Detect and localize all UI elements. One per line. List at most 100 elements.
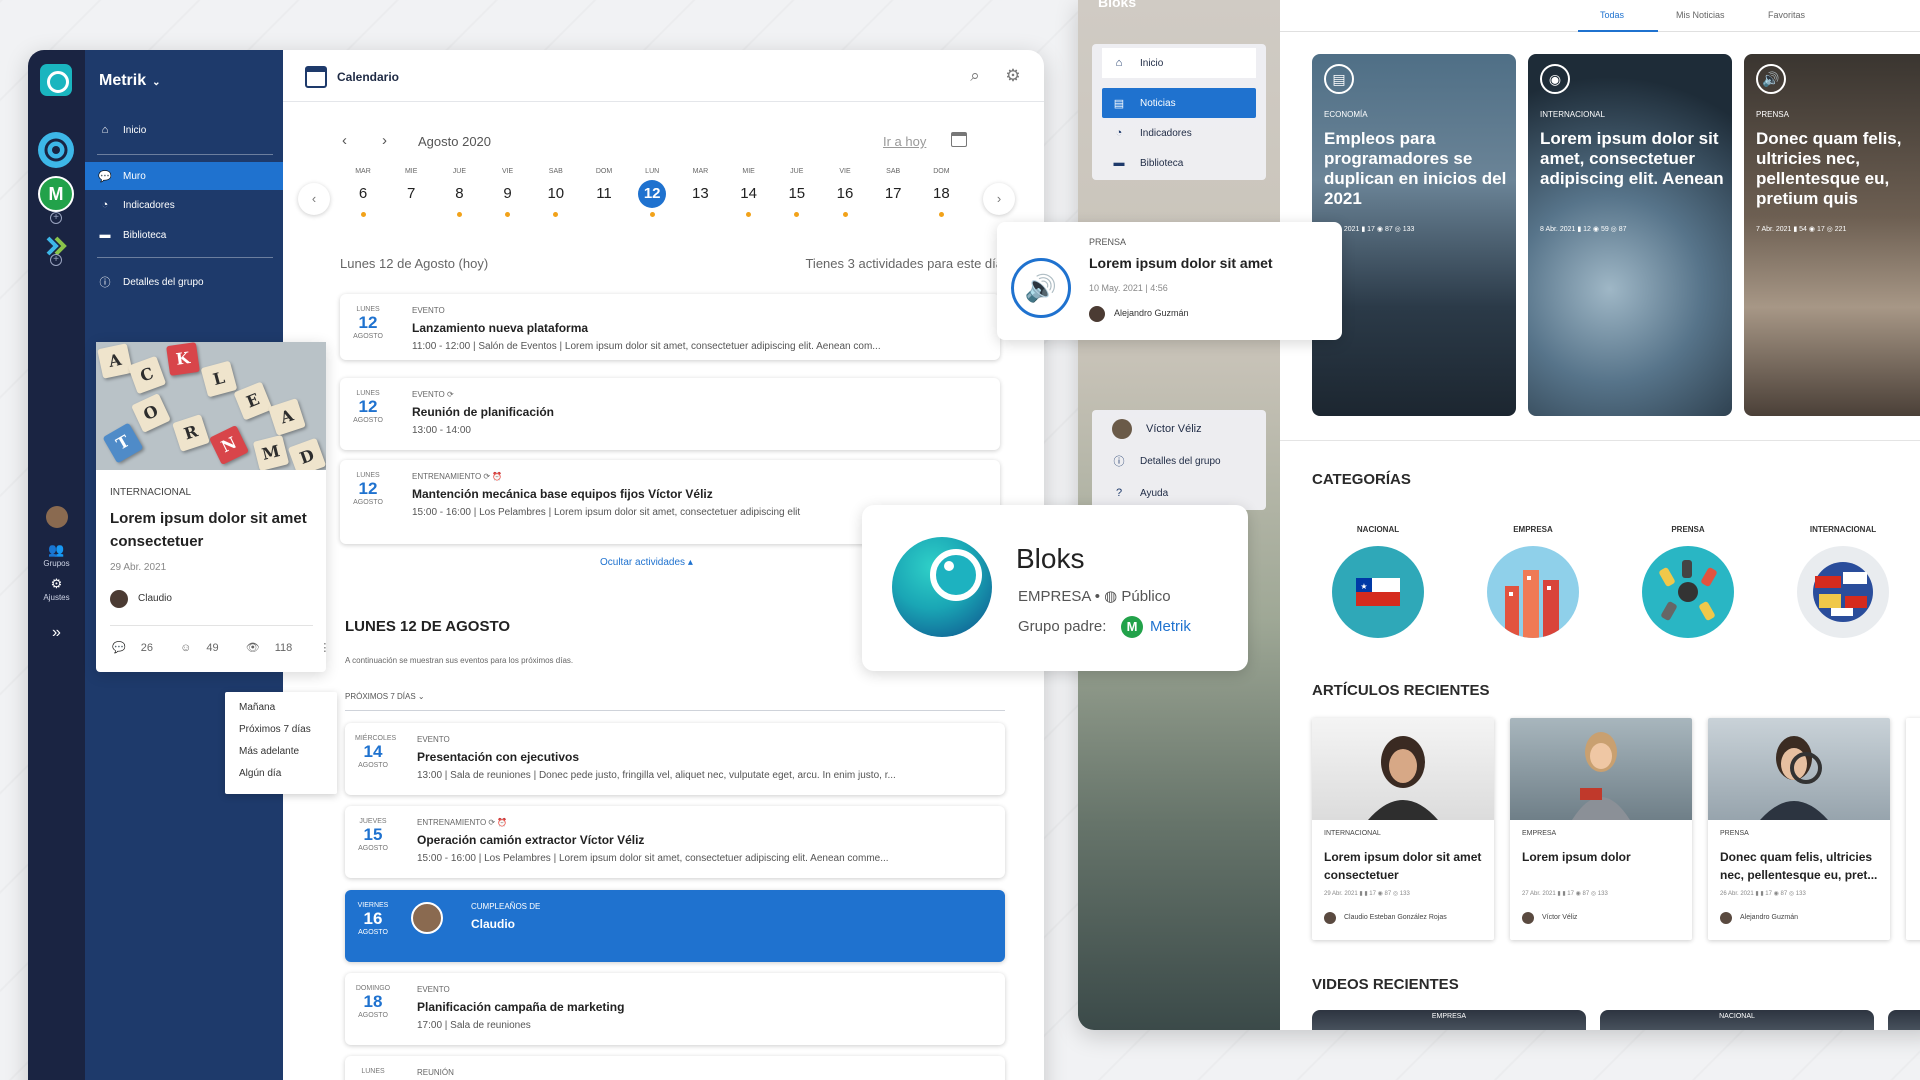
- range-filter-dropdown[interactable]: PRÓXIMOS 7 DÍAS ⌄: [345, 692, 425, 701]
- sidebar-item-inicio[interactable]: ⌂ Inicio: [85, 116, 283, 144]
- day-number: 7: [407, 185, 416, 202]
- article-card-partial[interactable]: [1906, 718, 1920, 940]
- user-avatar[interactable]: [46, 506, 68, 528]
- divider: [345, 710, 1005, 711]
- nav-item-noticias[interactable]: ▤ Noticias: [1102, 88, 1256, 118]
- sidebar-item-biblioteca[interactable]: ▬ Biblioteca: [85, 221, 283, 249]
- sidebar-item-muro[interactable]: 💬 Muro: [85, 162, 283, 190]
- nav-item-inicio[interactable]: ⌂ Inicio: [1102, 48, 1256, 78]
- add-workspace-icon[interactable]: +: [50, 212, 62, 224]
- more-options-icon[interactable]: ⋮: [319, 642, 330, 654]
- video-card[interactable]: EMPRESA: [1312, 1010, 1586, 1030]
- article-card[interactable]: PRENSA Donec quam felis, ultricies nec, …: [1708, 718, 1890, 940]
- search-icon[interactable]: ⌕: [965, 66, 985, 86]
- event-weekday: LUNES: [361, 1068, 385, 1075]
- calendar-day[interactable]: MIE 14: [729, 168, 769, 217]
- featured-card[interactable]: ◉ INTERNACIONAL Lorem ipsum dolor sit am…: [1528, 54, 1732, 416]
- add-workspace-icon-2[interactable]: +: [50, 254, 62, 266]
- speaker-icon: 🔊: [1011, 258, 1071, 318]
- category-empresa-icon[interactable]: [1487, 546, 1579, 638]
- video-card[interactable]: NACIONAL: [1600, 1010, 1874, 1030]
- range-dropdown-menu: Mañana Próximos 7 días Más adelante Algú…: [225, 692, 337, 794]
- day-of-week: VIE: [839, 168, 851, 175]
- dropdown-option[interactable]: Algún día: [239, 768, 281, 779]
- event-card[interactable]: LUNES REUNIÓN: [345, 1056, 1005, 1080]
- go-today-link[interactable]: Ir a hoy: [883, 134, 926, 149]
- workspace-metrik-badge[interactable]: M: [38, 176, 74, 212]
- featured-card[interactable]: 🔊 PRENSA Donec quam felis, ultricies nec…: [1744, 54, 1920, 416]
- event-day: 12: [358, 313, 378, 332]
- news-author: Claudio: [138, 593, 172, 604]
- expand-rail-icon[interactable]: »: [28, 624, 85, 642]
- event-card[interactable]: LUNES 12 AGOSTO EVENTO ⟳ Reunión de planific…: [340, 378, 1000, 450]
- event-title: Operación camión extractor Víctor Véliz: [417, 833, 645, 847]
- calendar-day[interactable]: DOM 11: [584, 168, 624, 217]
- tab-todas[interactable]: Todas: [1600, 10, 1624, 20]
- calendar-day[interactable]: MAR 6: [343, 168, 383, 217]
- article-title: Donec quam felis, ultricies nec, pellent…: [1720, 850, 1878, 882]
- comments-stat[interactable]: 💬 26: [112, 642, 165, 654]
- home-icon: ⌂: [101, 124, 109, 136]
- calendar-day[interactable]: VIE 9: [488, 168, 528, 217]
- parent-group-link[interactable]: Metrik: [1150, 618, 1191, 635]
- group-card[interactable]: Bloks EMPRESA • ◍ Público Grupo padre: M…: [862, 505, 1248, 671]
- calendar-day[interactable]: MIE 7: [391, 168, 431, 217]
- event-card[interactable]: JUEVES 15 AGOSTO ENTRENAMIENTO ⟳ ⏰ Operación…: [345, 806, 1005, 878]
- press-card[interactable]: 🔊 PRENSA Lorem ipsum dolor sit amet 10 M…: [997, 222, 1342, 340]
- featured-card[interactable]: ▤ ECONOMÍA Empleos para programadores se…: [1312, 54, 1516, 416]
- dropdown-option[interactable]: Próximos 7 días: [239, 724, 311, 735]
- news-card[interactable]: A C K L E A O T R N M D INTERNACIONAL Lo…: [96, 342, 330, 672]
- article-author: Alejandro Guzmán: [1740, 914, 1798, 921]
- prev-week-button[interactable]: ‹: [298, 183, 330, 215]
- calendar-day[interactable]: SAB 17: [873, 168, 913, 217]
- article-card[interactable]: EMPRESA Lorem ipsum dolor 27 Abr. 2021 ▮…: [1510, 718, 1692, 940]
- calendar-day[interactable]: JUE 15: [777, 168, 817, 217]
- video-card-partial[interactable]: [1888, 1010, 1920, 1030]
- nav-item-user[interactable]: Víctor Véliz: [1102, 414, 1256, 444]
- dropdown-option[interactable]: Más adelante: [239, 746, 299, 757]
- calendar-day[interactable]: MAR 13: [680, 168, 720, 217]
- reactions-stat[interactable]: ☺ 49: [180, 642, 231, 654]
- nav-label: Detalles del grupo: [1140, 455, 1221, 467]
- active-tab-underline: [1578, 30, 1658, 32]
- next-month-button[interactable]: ›: [382, 132, 387, 149]
- next-week-button[interactable]: ›: [983, 183, 1015, 215]
- no-event-spacer: [409, 212, 414, 217]
- nav-item-indicadores[interactable]: ◔ Indicadores: [1102, 118, 1256, 148]
- app-logo-icon[interactable]: [40, 64, 72, 96]
- event-card[interactable]: VIERNES 16 AGOSTO CUMPLEAÑOS DE Claudio: [345, 890, 1005, 962]
- day-of-week: MIE: [742, 168, 755, 175]
- category-nacional-icon[interactable]: ★: [1332, 546, 1424, 638]
- groups-nav[interactable]: 👥 Grupos: [28, 542, 85, 568]
- nav-item-detalles[interactable]: ⓘ Detalles del grupo: [1102, 446, 1256, 476]
- settings-nav[interactable]: ⚙ Ajustes: [28, 576, 85, 602]
- event-card[interactable]: DOMINGO 18 AGOSTO EVENTO Planificación campa…: [345, 973, 1005, 1045]
- event-card[interactable]: MIÉRCOLES 14 AGOSTO EVENTO Presentación con …: [345, 723, 1005, 795]
- article-meta: 29 Abr. 2021 ▮ ▮ 17 ◉ 87 ◎ 133: [1324, 891, 1410, 897]
- workspace-bloks-icon[interactable]: [38, 132, 74, 168]
- nav-item-ayuda[interactable]: ? Ayuda: [1102, 478, 1256, 508]
- dropdown-option[interactable]: Mañana: [239, 702, 275, 713]
- category-prensa-icon[interactable]: [1642, 546, 1734, 638]
- event-indicator-dot: [794, 212, 800, 217]
- sidebar-item-indicadores[interactable]: ◔ Indicadores: [85, 191, 283, 219]
- tab-mis-noticias[interactable]: Mis Noticias: [1676, 10, 1725, 20]
- calendar-day[interactable]: SAB 10: [536, 168, 576, 217]
- sidebar-item-detalles[interactable]: ⓘ Detalles del grupo: [85, 268, 283, 296]
- gear-icon[interactable]: ⚙: [1003, 66, 1023, 86]
- nav-item-biblioteca[interactable]: ▬ Biblioteca: [1102, 148, 1256, 178]
- tab-favoritas[interactable]: Favoritas: [1768, 10, 1805, 20]
- calendar-day[interactable]: DOM 18: [921, 168, 961, 217]
- hide-activities-link[interactable]: Ocultar actividades ▴: [600, 557, 693, 568]
- workspace-switcher[interactable]: Metrik ⌄: [99, 72, 161, 90]
- calendar-day[interactable]: LUN 12: [632, 168, 672, 217]
- prev-month-button[interactable]: ‹: [342, 132, 347, 149]
- calendar-day[interactable]: JUE 8: [439, 168, 479, 217]
- calendar-day[interactable]: VIE 16: [825, 168, 865, 217]
- event-card[interactable]: LUNES 12 AGOSTO EVENTO Lanzamiento nueva pla…: [340, 294, 1000, 360]
- category-internacional-icon[interactable]: [1797, 546, 1889, 638]
- calendar-picker-icon[interactable]: [951, 132, 967, 147]
- calendar-icon: [305, 66, 327, 88]
- avatar: [1112, 419, 1132, 439]
- article-card[interactable]: INTERNACIONAL Lorem ipsum dolor sit amet…: [1312, 718, 1494, 940]
